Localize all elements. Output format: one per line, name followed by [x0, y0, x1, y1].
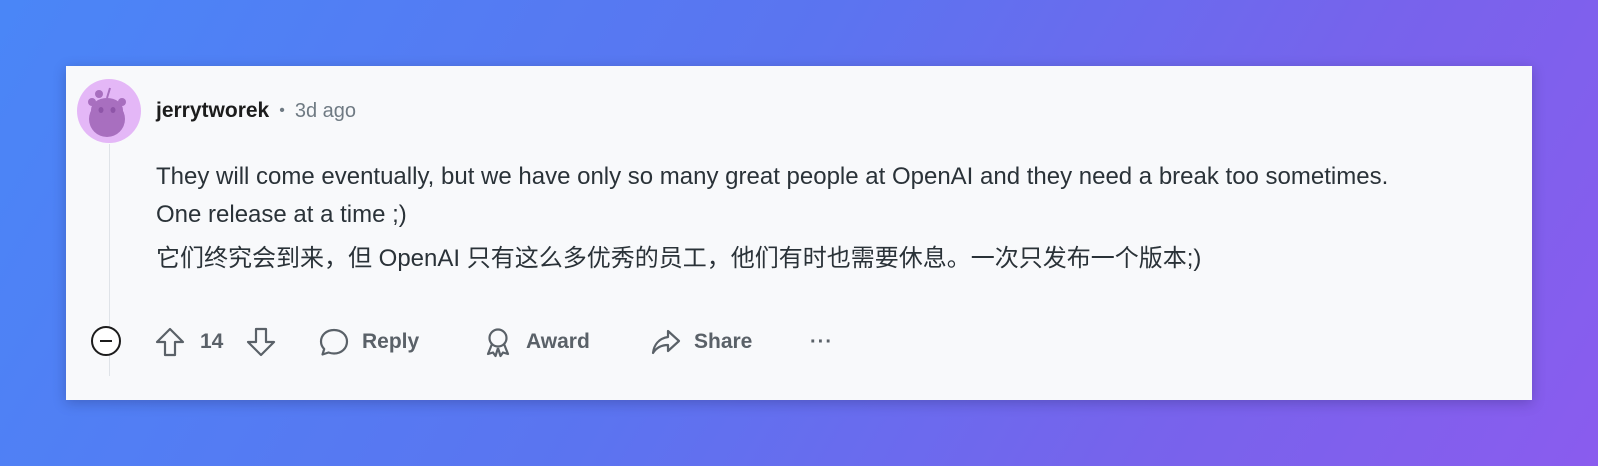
separator-dot: •: [279, 102, 285, 119]
reddit-snoo-icon: [88, 87, 126, 137]
speech-bubble-icon: [319, 328, 349, 356]
comment-body-chinese: 它们终究会到来，但 OpenAI 只有这么多优秀的员工，他们有时也需要休息。一次…: [156, 245, 1202, 272]
reply-label: Reply: [362, 330, 420, 353]
username[interactable]: jerrytworek: [156, 99, 269, 123]
upvote-button[interactable]: [154, 326, 186, 363]
vote-score: 14: [200, 330, 224, 353]
minus-circle-icon: [91, 326, 121, 356]
arrow-down-icon: [246, 327, 276, 357]
comment-header: jerrytworek • 3d ago: [156, 96, 356, 126]
award-label: Award: [526, 330, 590, 353]
comment-action-bar: 14 Reply Award Share ···: [90, 324, 890, 360]
more-options-button[interactable]: ···: [810, 324, 833, 360]
comment-body: They will come eventually, but we have o…: [156, 158, 1436, 278]
downvote-button[interactable]: [245, 326, 277, 363]
share-arrow-icon: [651, 329, 681, 355]
award-button[interactable]: Award: [482, 324, 590, 360]
comment-card: jerrytworek • 3d ago They will come even…: [66, 66, 1532, 400]
share-label: Share: [694, 330, 753, 353]
timestamp[interactable]: 3d ago: [295, 100, 356, 123]
share-button[interactable]: Share: [650, 324, 752, 360]
reply-button[interactable]: Reply: [318, 324, 419, 360]
collapse-button[interactable]: [90, 325, 122, 357]
comment-body-english: They will come eventually, but we have o…: [156, 163, 1389, 228]
avatar[interactable]: [77, 79, 141, 143]
arrow-up-icon: [155, 327, 185, 357]
award-ribbon-icon: [486, 328, 510, 358]
